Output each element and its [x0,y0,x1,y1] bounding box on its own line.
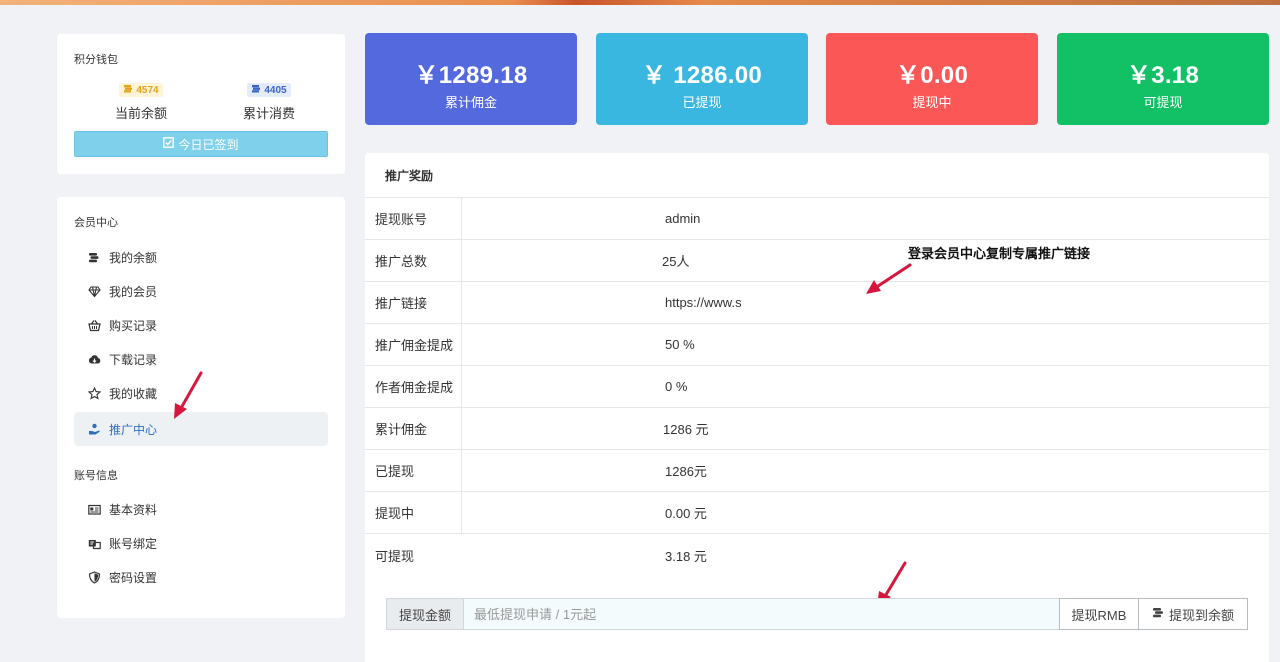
coins-icon [251,84,261,96]
points-wallet-card: 积分钱包 4574 当前余额 4405 累计消费 今日已签到 [57,34,345,174]
total-spent: 4405 累计消费 [214,80,324,122]
promotion-rewards-panel: 推广奖励 提现账号 admin 推广总数 25人 推广链接 https://ww… [365,153,1269,662]
withdraw-balance-label: 提现到余额 [1168,607,1234,623]
top-banner-image [0,0,1280,5]
account-info-title: 账号信息 [74,470,118,482]
table-row: 推广佣金提成 50 % [365,324,1269,366]
shield-icon [88,570,101,584]
row-value: 1286 元 [663,422,709,437]
table-row: 推广链接 https://www.s [365,282,1269,324]
sidebar-item-label: 购买记录 [109,318,158,333]
cloud-download-icon [88,353,101,366]
sidebar-item-label: 下载记录 [109,352,158,367]
withdraw-form: 提现金额 提现RMB 提现到余额 [386,598,1248,630]
row-key: 推广总数 [365,240,462,281]
spent-label: 累计消费 [242,106,295,121]
current-balance: 4574 当前余额 [86,80,196,122]
tile-withdrawn: ￥ 1286.00 已提现 [596,33,808,125]
basket-icon [88,319,101,332]
spent-badge: 4405 [247,83,291,97]
arrow-annotation-menu [174,371,203,419]
sidebar-item-my-membership[interactable]: 我的会员 [74,274,328,308]
sidebar-item-label: 推广中心 [109,422,158,437]
tile-amount: ￥1289.18 [414,62,528,89]
row-value: 0 % [665,379,688,394]
coins-icon [88,251,101,264]
row-key: 累计佣金 [365,408,462,449]
row-key: 提现中 [365,492,462,533]
sidebar-item-my-balance[interactable]: 我的余额 [74,240,328,274]
sidebar-item-basic-profile[interactable]: 基本资料 [74,492,328,526]
signed-in-today-button[interactable]: 今日已签到 [74,131,328,157]
row-key: 已提现 [365,450,462,491]
spent-value: 4405 [264,84,287,96]
withdraw-amount-input[interactable] [463,598,1059,630]
tile-caption: 提现中 [912,95,952,110]
row-value: 50 % [665,337,695,352]
id-card-icon [88,503,101,516]
arrow-annotation-link [866,263,912,294]
row-value: 25人 [662,254,690,269]
row-value: 3.18 元 [665,548,707,564]
table-row: 提现中 0.00 元 [365,492,1269,534]
balance-badge: 4574 [119,83,163,97]
sidebar-item-password-settings[interactable]: 密码设置 [74,560,328,594]
withdraw-to-balance-button[interactable]: 提现到余额 [1139,598,1248,630]
star-icon [88,386,101,400]
row-key: 提现账号 [365,198,462,239]
coins-icon [123,84,133,96]
diamond-icon [88,285,101,298]
balance-label: 当前余额 [114,106,167,121]
sidebar-item-account-binding[interactable]: 账号绑定 [74,526,328,560]
table-row: 累计佣金 1286 元 [365,408,1269,450]
link-icon [88,537,101,550]
annotation-text: 登录会员中心复制专属推广链接 [908,246,1091,261]
row-key: 可提现 [375,548,415,564]
sidebar-item-label: 密码设置 [109,570,158,585]
table-row: 可提现 3.18 元 [365,534,1269,576]
row-value: 0.00 元 [665,506,707,521]
table-row: 已提现 1286元 [365,450,1269,492]
hand-coin-icon [88,423,101,436]
sidebar-item-label: 我的会员 [109,284,158,299]
tile-withdrawable: ￥3.18 可提现 [1057,33,1269,125]
row-value: admin [665,211,701,226]
table-row: 提现账号 admin [365,198,1269,240]
sidebar-item-purchase-records[interactable]: 购买记录 [74,308,328,342]
tile-amount: ￥3.18 [1126,62,1200,89]
tile-total-commission: ￥1289.18 累计佣金 [365,33,577,125]
panel-title: 推广奖励 [365,153,1269,198]
tile-withdrawing: ￥0.00 提现中 [826,33,1038,125]
sign-label: 今日已签到 [178,137,239,152]
tile-amount: ￥0.00 [895,62,969,89]
promotion-link[interactable]: https://www.s [462,295,742,310]
row-key: 推广链接 [365,282,462,323]
row-value: 1286元 [665,464,707,479]
withdraw-rmb-button[interactable]: 提现RMB [1059,598,1139,630]
tile-caption: 累计佣金 [444,95,497,110]
tile-amount: ￥ 1286.00 [641,62,763,89]
withdraw-rmb-label: 提现RMB [1071,607,1127,623]
member-center-title: 会员中心 [74,217,118,229]
table-row: 推广总数 25人 [365,240,1269,282]
coins-icon [1152,606,1165,622]
row-key: 作者佣金提成 [365,366,462,407]
balance-value: 4574 [136,84,159,96]
withdraw-amount-label: 提现金额 [386,598,463,630]
sidebar-item-label: 我的余额 [109,250,158,265]
sidebar-item-label: 账号绑定 [109,536,158,551]
row-key: 推广佣金提成 [365,324,462,365]
sidebar-item-label: 基本资料 [109,502,158,517]
checkbox-icon [163,137,175,151]
tile-caption: 可提现 [1143,95,1183,110]
wallet-title: 积分钱包 [74,54,118,66]
table-row: 作者佣金提成 0 % [365,366,1269,408]
tile-caption: 已提现 [682,95,722,110]
sidebar-item-label: 我的收藏 [109,386,158,401]
